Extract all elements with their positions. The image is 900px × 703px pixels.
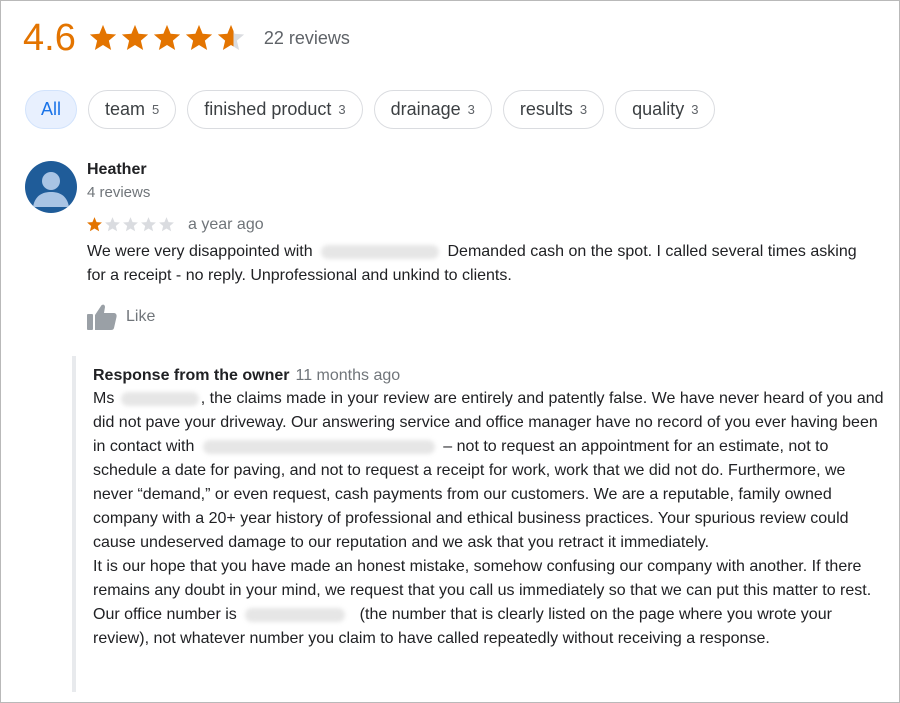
review-stars bbox=[86, 216, 176, 233]
owner-response-header: Response from the owner 11 months ago bbox=[93, 367, 400, 385]
chip-count: 3 bbox=[691, 102, 699, 117]
rating-summary: 4.6 22 reviews bbox=[23, 14, 350, 62]
star-icon bbox=[105, 217, 120, 232]
owner-response-text: Ms , the claims made in your review are … bbox=[93, 387, 888, 651]
redacted-company bbox=[202, 439, 435, 454]
chip-all[interactable]: All bbox=[25, 90, 78, 129]
reviewer-review-count: 4 reviews bbox=[87, 184, 151, 201]
rating-value: 4.6 bbox=[23, 17, 76, 59]
owner-response-time: 11 months ago bbox=[295, 367, 401, 384]
redacted-phone bbox=[245, 607, 346, 622]
chip-label: All bbox=[41, 99, 62, 119]
chip-results[interactable]: results 3 bbox=[502, 90, 605, 129]
chip-drainage[interactable]: drainage 3 bbox=[373, 90, 492, 129]
owner-response-title: Response from the owner bbox=[93, 367, 290, 384]
chip-team[interactable]: team 5 bbox=[88, 90, 177, 129]
avatar[interactable] bbox=[25, 161, 77, 213]
response-text-part: – not to request an appointment for an e… bbox=[93, 438, 849, 551]
star-icon bbox=[87, 217, 102, 232]
review-text-part: We were very disappointed with bbox=[87, 243, 313, 260]
star-icon bbox=[141, 217, 156, 232]
star-icon bbox=[123, 217, 138, 232]
person-icon bbox=[33, 172, 69, 207]
star-icon bbox=[153, 24, 180, 50]
chip-count: 3 bbox=[579, 102, 588, 117]
reviewer-name[interactable]: Heather bbox=[87, 161, 147, 179]
topic-filter-chips: All team 5 finished product 3 drainage 3… bbox=[25, 90, 726, 129]
like-button[interactable]: Like bbox=[86, 303, 155, 331]
like-label: Like bbox=[126, 308, 156, 325]
review-time: a year ago bbox=[188, 216, 264, 233]
chip-quality[interactable]: quality 3 bbox=[615, 90, 716, 129]
redacted-name bbox=[120, 391, 199, 406]
chip-label: team bbox=[105, 99, 146, 119]
star-icon bbox=[159, 217, 174, 232]
star-icon bbox=[217, 24, 244, 50]
star-icon bbox=[89, 24, 116, 50]
chip-count: 3 bbox=[467, 102, 475, 117]
chip-label: quality bbox=[632, 99, 685, 119]
chip-label: drainage bbox=[390, 99, 461, 119]
chip-finished-product[interactable]: finished product 3 bbox=[187, 90, 363, 129]
review-count[interactable]: 22 reviews bbox=[264, 14, 350, 62]
response-text-part: Ms bbox=[93, 390, 115, 407]
chip-label: results bbox=[519, 99, 573, 119]
chip-label: finished product bbox=[204, 99, 332, 119]
star-icon bbox=[121, 24, 148, 50]
response-divider bbox=[72, 356, 76, 692]
star-icon bbox=[185, 24, 212, 50]
rating-stars bbox=[88, 23, 248, 53]
chip-count: 3 bbox=[338, 102, 346, 117]
review-text: We were very disappointed with Demanded … bbox=[87, 240, 877, 288]
redacted-company bbox=[321, 244, 440, 259]
chip-count: 5 bbox=[152, 102, 160, 117]
thumbs-up-icon bbox=[87, 304, 117, 330]
